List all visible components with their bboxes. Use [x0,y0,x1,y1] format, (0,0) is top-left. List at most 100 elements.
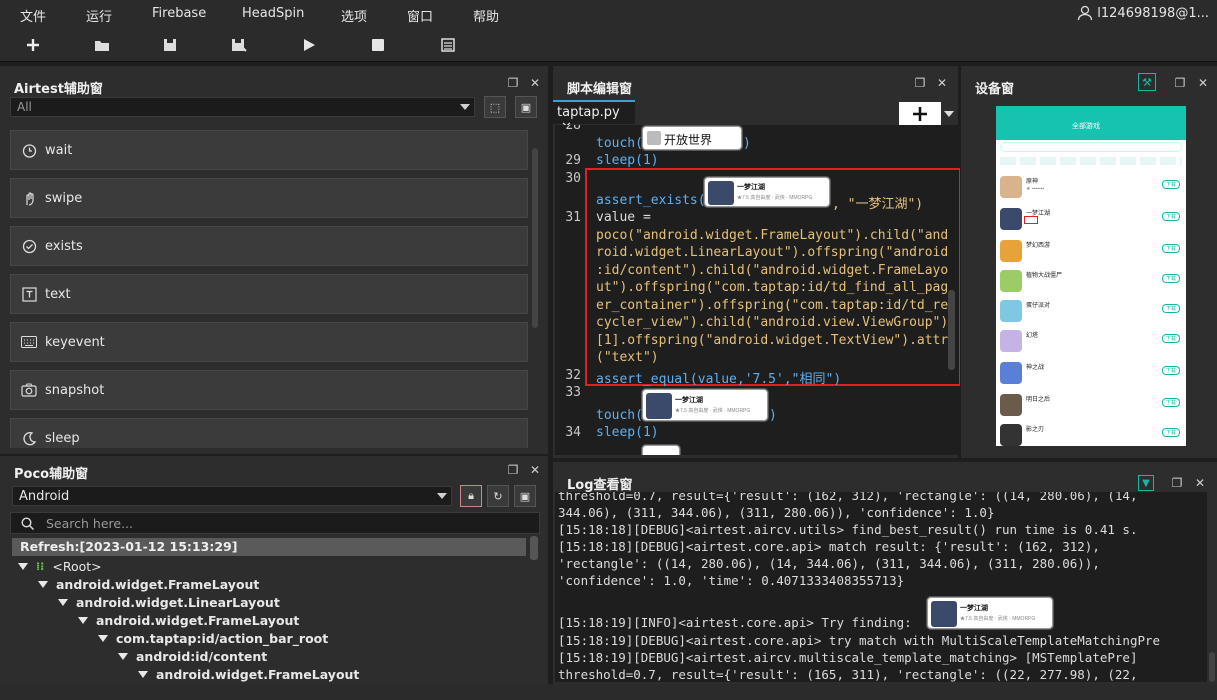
log-line: threshold=0.7, result={'result': (162, 3… [558,492,1138,503]
action-exists[interactable]: exists [10,226,528,266]
menu-run[interactable]: 运行 [86,6,112,25]
restore-icon[interactable]: ❐ [1170,476,1184,490]
download-button[interactable]: 下载 [1162,398,1180,407]
log-output[interactable]: threshold=0.7, result={'result': (162, 3… [555,492,1207,682]
tree-node-label: <Root> [52,558,102,574]
log-scrollbar[interactable] [1209,652,1215,682]
restore-icon[interactable]: ❐ [506,463,520,477]
download-button[interactable]: 下载 [1162,274,1180,283]
tree-node[interactable]: android.widget.FrameLayout [38,575,259,593]
app-row[interactable]: 明日之后 下载 [998,392,1184,422]
menu-options[interactable]: 选项 [341,6,367,25]
tree-node[interactable]: android.widget.LinearLayout [58,593,280,611]
template-image-open-world[interactable]: 开放世界 [642,126,742,150]
chevron-down-icon [460,104,470,110]
app-row[interactable]: 原神 ★ ▪▪▪▪▪▪▪ 下载 [998,174,1184,204]
device-tools-button[interactable]: ⚒ [1138,73,1156,91]
download-button[interactable]: 下载 [1162,304,1180,313]
app-row[interactable]: 一梦江湖 下载 [998,206,1184,236]
app-row[interactable]: 蛋仔派对 下载 [998,298,1184,328]
action-sleep[interactable]: sleep [10,418,528,448]
template-image-game[interactable]: 一梦江湖 ★7.5 高自由度 · 武侠 · MMORPG [704,177,830,207]
poco-search-box[interactable]: Search here... [10,512,540,534]
menu-help[interactable]: 帮助 [473,6,499,25]
close-icon[interactable]: ✕ [935,76,949,90]
poco-record-button[interactable]: ▣ [514,485,536,507]
save-button[interactable] [159,34,181,56]
menu-file[interactable]: 文件 [20,6,46,25]
search-input[interactable]: Search here... [46,516,133,531]
download-button[interactable]: 下载 [1162,212,1180,221]
action-text[interactable]: text [10,274,528,314]
editor-scrollbar[interactable] [948,290,955,370]
poco-mode-select[interactable]: Android [12,486,452,506]
close-icon[interactable]: ✕ [1196,76,1210,90]
restore-icon[interactable]: ❐ [1173,76,1187,90]
device-screen[interactable]: 全部游戏 原神 ★ ▪▪▪▪▪▪▪ 下载 一梦江湖 下载 梦幻西游 下载 植物大… [996,106,1186,446]
action-keyevent[interactable]: keyevent [10,322,528,362]
poco-panel-title: Poco辅助窗 [14,467,89,482]
action-text-label: text [45,286,71,302]
download-button[interactable]: 下载 [1162,428,1180,437]
close-icon[interactable]: ✕ [1193,476,1207,490]
app-name: 神之战 [1026,365,1045,371]
tree-node[interactable]: android:id/content [118,647,267,665]
expand-triangle-icon [138,670,148,678]
restore-icon[interactable]: ❐ [506,76,520,90]
run-button[interactable] [298,34,320,56]
phone-tag-row[interactable] [1000,157,1182,167]
thumb-game-sub: ★7.5 高自由度 · 武侠 · MMORPG [960,616,1036,622]
code-paren: ) [743,136,751,151]
tree-node[interactable]: com.taptap:id/action_bar_root [98,629,328,647]
action-snapshot[interactable]: snapshot [10,370,528,410]
menu-firebase[interactable]: Firebase [152,6,206,21]
action-swipe[interactable]: swipe [10,178,528,218]
record-button[interactable]: ▣ [515,96,537,118]
open-folder-button[interactable] [91,34,113,56]
new-file-button[interactable] [22,34,44,56]
menu-bar: 文件 运行 Firebase HeadSpin 选项 窗口 帮助 l124698… [0,0,1217,28]
line-number: 34 [565,425,581,440]
menu-window[interactable]: 窗口 [407,6,433,25]
code-sleep: sleep(1) [596,153,659,168]
report-button[interactable] [437,34,459,56]
tree-node-root[interactable]: ⁞⁝ <Root> [18,557,102,575]
lock-button[interactable]: 🔒︎ [460,485,482,507]
add-script-dropdown[interactable] [941,102,958,126]
download-button[interactable]: 下载 [1162,180,1180,189]
tab-taptap-py[interactable]: taptap.py ✕ [553,100,635,135]
log-line: threshold=0.7, result={'result': (165, 3… [558,667,1138,682]
filter-button[interactable]: ▼ [1138,475,1154,491]
app-row[interactable]: 幻塔 下载 [998,328,1184,358]
tree-node-label: com.taptap:id/action_bar_root [116,630,329,646]
app-row[interactable]: 神之战 下载 [998,360,1184,390]
menu-headspin[interactable]: HeadSpin [242,6,304,21]
stop-button[interactable] [367,34,389,56]
code-assert-equal: assert_equal(value,'7.5',"相同") [596,372,842,387]
restore-icon[interactable]: ❐ [913,76,927,90]
tree-node[interactable]: android.widget.FrameLayout [78,611,299,629]
action-wait[interactable]: wait [10,130,528,170]
template-image-game[interactable]: 一梦江湖 ★7.5 高自由度 · 武侠 · MMORPG [642,389,768,421]
airtest-scrollbar[interactable] [532,148,538,328]
refresh-button[interactable]: ↻ [487,485,509,507]
close-icon[interactable]: ✕ [528,76,542,90]
save-as-button[interactable] [228,34,250,56]
app-row[interactable]: 影之刃 下载 [998,422,1184,446]
download-button[interactable]: 下载 [1162,334,1180,343]
poco-scrollbar[interactable] [530,536,538,560]
add-script-button[interactable] [899,102,941,126]
device-select[interactable]: All [10,97,475,117]
tree-node[interactable]: android.widget.FrameLayout [138,665,359,683]
app-row[interactable]: 植物大战僵尸 下载 [998,268,1184,298]
code-editor[interactable]: 28 touch( 开放世界 ) 29 sleep(1) 30 assert_ex… [555,125,960,455]
screenshot-select-button[interactable]: ⬚ [484,96,506,118]
app-row[interactable]: 梦幻西游 下载 [998,238,1184,268]
close-icon[interactable]: ✕ [528,463,542,477]
template-image-partial[interactable] [642,445,680,455]
download-button[interactable]: 下载 [1162,366,1180,375]
download-button[interactable]: 下载 [1162,244,1180,253]
app-name: 幻塔 [1026,333,1039,339]
phone-filter-bar[interactable] [1000,142,1182,152]
user-account[interactable]: l124698198@1... [1077,5,1209,21]
